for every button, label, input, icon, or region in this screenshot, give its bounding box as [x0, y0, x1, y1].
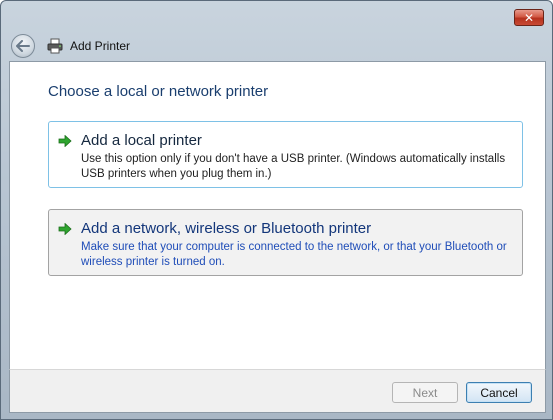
- option-description: Use this option only if you don't have a…: [81, 153, 506, 180]
- back-button[interactable]: [11, 34, 35, 58]
- add-local-printer-option[interactable]: Add a local printer Use this option only…: [48, 121, 523, 188]
- option-title: Add a network, wireless or Bluetooth pri…: [81, 220, 372, 237]
- wizard-footer: Next Cancel: [9, 369, 546, 413]
- window-title: Add Printer: [70, 39, 131, 53]
- add-network-printer-option[interactable]: Add a network, wireless or Bluetooth pri…: [48, 209, 523, 276]
- back-arrow-icon: [16, 40, 30, 52]
- green-arrow-icon: [58, 223, 72, 235]
- green-arrow-icon: [58, 135, 72, 147]
- wizard-content: Choose a local or network printer Add a …: [9, 61, 546, 369]
- cancel-button[interactable]: Cancel: [466, 382, 532, 403]
- close-button[interactable]: ✕: [514, 9, 544, 26]
- title-bar: ✕: [1, 1, 552, 31]
- close-icon: ✕: [523, 10, 535, 25]
- next-button[interactable]: Next: [392, 382, 458, 403]
- option-title: Add a local printer: [81, 132, 202, 149]
- page-heading: Choose a local or network printer: [48, 83, 269, 100]
- wizard-header: Add Printer: [9, 31, 546, 61]
- add-printer-window: ✕ Add Printer Choose a local or network …: [0, 0, 553, 420]
- printer-icon: [47, 38, 63, 54]
- option-description: Make sure that your computer is connecte…: [81, 241, 507, 268]
